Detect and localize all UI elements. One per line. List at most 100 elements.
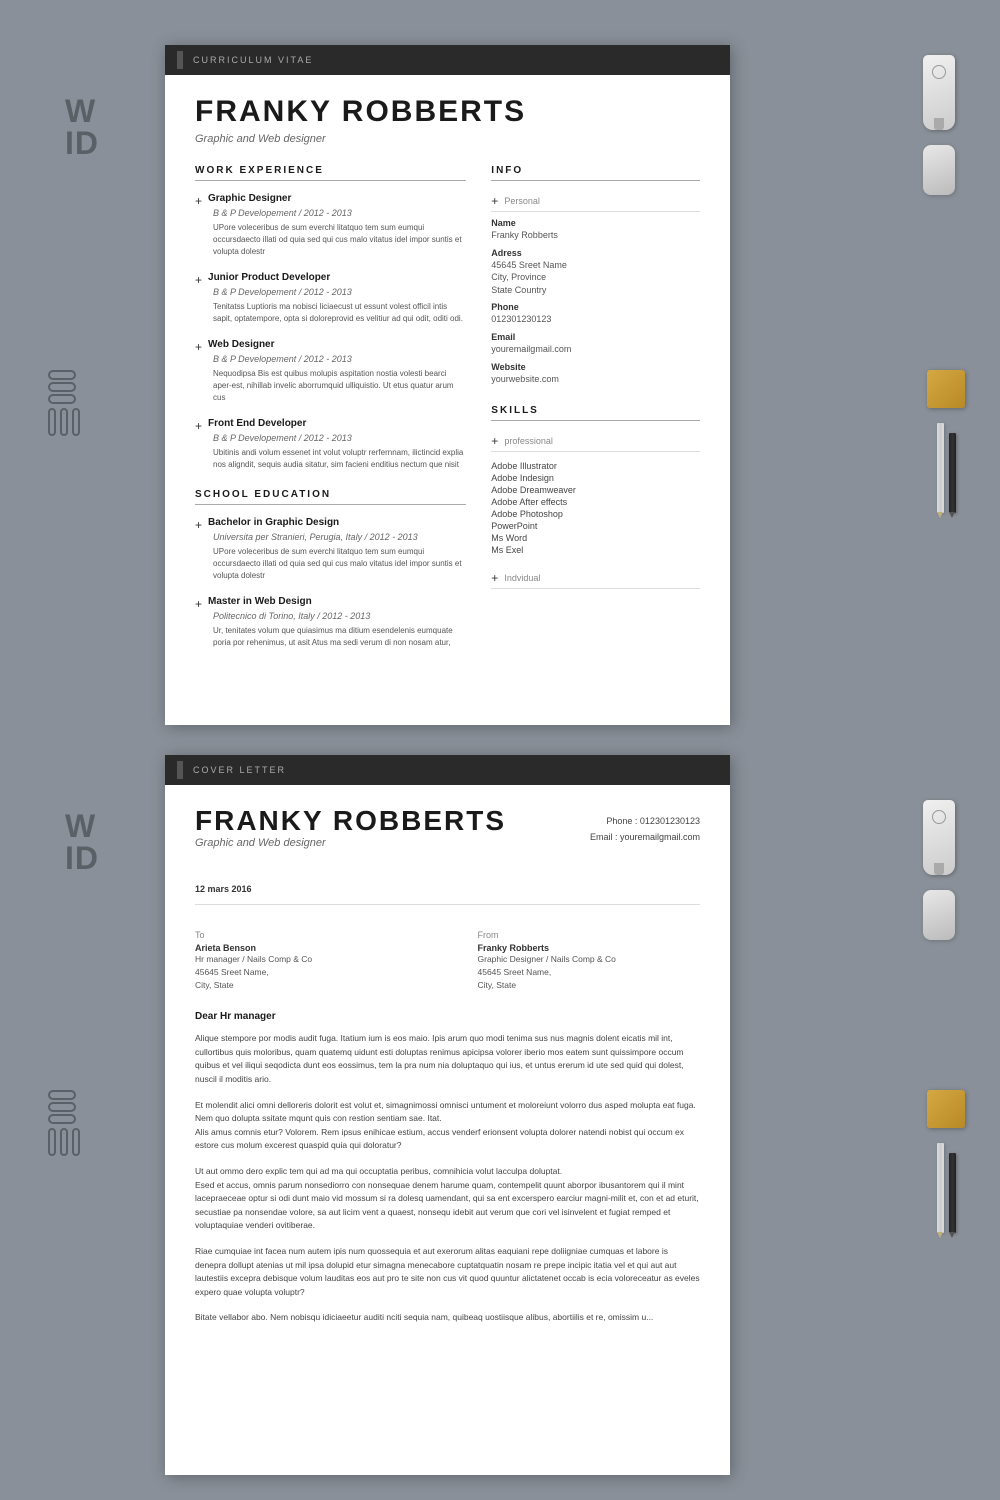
plus-icon-skills: +	[491, 434, 498, 448]
to-label: To	[195, 930, 418, 940]
skills-title: SKILLS	[491, 405, 700, 421]
clip-bv-3	[72, 1128, 80, 1156]
job-title-1: Graphic Designer	[208, 193, 291, 204]
paper-clips-top	[48, 370, 80, 436]
watermark-bottom-line1: W	[65, 810, 99, 842]
job-title-2: Junior Product Developer	[208, 272, 330, 283]
from-role: Graphic Designer / Nails Comp & Co	[478, 953, 701, 966]
clip-v-2	[60, 408, 68, 436]
plus-icon-individual: +	[491, 571, 498, 585]
pencil-4	[949, 1153, 956, 1233]
cover-para-4: Riae cumquiae int facea num autem ipis n…	[195, 1245, 700, 1299]
job-desc-4: Ubitinis andi volum essenet int volut vo…	[213, 447, 466, 471]
clip-1	[48, 370, 76, 380]
cover-header-bar: COVER LETTER	[165, 755, 730, 785]
right-deco-bottom-usb	[923, 800, 955, 940]
skill-item-8: Ms Exel	[491, 544, 700, 556]
resume-left-column: WORK EXPERIENCE + Graphic Designer B & P…	[195, 165, 466, 663]
info-phone-value: 012301230123	[491, 313, 700, 326]
info-website-label: Website	[491, 362, 700, 372]
usb-logo	[932, 65, 946, 79]
job-title-4: Front End Developer	[208, 418, 306, 429]
job-desc-3: Nequodipsa Bis est quibus molupis aspita…	[213, 368, 466, 404]
skill-item-6: PowerPoint	[491, 520, 700, 532]
info-website-value: yourwebsite.com	[491, 373, 700, 386]
cover-para-3: Ut aut ommo dero explic tem qui ad ma qu…	[195, 1165, 700, 1233]
cover-phone-label: Phone :	[606, 816, 637, 826]
cover-from-section: From Franky Robberts Graphic Designer / …	[478, 930, 701, 991]
info-name-value: Franky Robberts	[491, 229, 700, 242]
info-phone-label: Phone	[491, 302, 700, 312]
info-email-label: Email	[491, 332, 700, 342]
edu-meta-2: Politecnico di Torino, Italy / 2012 - 20…	[213, 611, 466, 621]
to-name: Arieta Benson	[195, 943, 418, 953]
pencil-2	[949, 433, 956, 513]
skill-item-4: Adobe After effects	[491, 496, 700, 508]
watermark-bottom-line2: ID	[65, 842, 99, 874]
usb-connector	[934, 118, 944, 130]
watermark-bottom: W ID	[65, 810, 99, 874]
right-deco-bottom-pencil	[927, 1090, 965, 1233]
cover-name: FRANKY ROBBERTS	[195, 805, 506, 837]
pencil-3	[937, 1143, 944, 1233]
work-item-2: + Junior Product Developer B & P Develop…	[195, 272, 466, 325]
individual-label: Indvidual	[504, 573, 540, 583]
watermark-top-line2: ID	[65, 127, 99, 159]
resume-doc-type: CURRICULUM VITAE	[193, 55, 313, 65]
watermark-top-line1: W	[65, 95, 99, 127]
professional-label: professional	[504, 436, 553, 446]
plus-icon-4: +	[195, 419, 202, 433]
sharpener-bottom	[927, 1090, 965, 1128]
cover-para-2: Et molendit alici omni delloreris dolori…	[195, 1099, 700, 1153]
plus-icon-3: +	[195, 340, 202, 354]
resume-header-bar: CURRICULUM VITAE	[165, 45, 730, 75]
cover-email-label: Email :	[590, 832, 618, 842]
to-address: 45645 Sreet Name, City, State	[195, 966, 418, 992]
info-personal-label: Personal	[504, 196, 540, 206]
cover-contact: Phone : 012301230123 Email : youremailgm…	[590, 813, 700, 845]
usb-cap-bottom	[923, 890, 955, 940]
clip-v-3	[72, 408, 80, 436]
job-meta-2: B & P Developement / 2012 - 2013	[213, 287, 466, 297]
right-deco-mid	[927, 370, 965, 513]
edu-desc-2: Ur, tenitates volum que quiasimus ma dit…	[213, 625, 466, 649]
skill-item-1: Adobe Illustrator	[491, 460, 700, 472]
skill-item-5: Adobe Photoshop	[491, 508, 700, 520]
edu-title-2: Master in Web Design	[208, 596, 312, 607]
job-meta-1: B & P Developement / 2012 - 2013	[213, 208, 466, 218]
resume-document: CURRICULUM VITAE FRANKY ROBBERTS Graphic…	[165, 45, 730, 725]
accent-block	[177, 51, 183, 69]
info-section: + Personal Name Franky Robberts Adress 4…	[491, 193, 700, 385]
clip-3	[48, 394, 76, 404]
work-experience-title: WORK EXPERIENCE	[195, 165, 466, 181]
resume-right-column: INFO + Personal Name Franky Robberts Adr…	[491, 165, 700, 663]
right-deco-top	[923, 55, 955, 195]
clip-bv-1	[48, 1128, 56, 1156]
cover-to-section: To Arieta Benson Hr manager / Nails Comp…	[195, 930, 418, 991]
work-item-3: + Web Designer B & P Developement / 2012…	[195, 339, 466, 404]
plus-icon-1: +	[195, 194, 202, 208]
cover-subtitle: Graphic and Web designer	[195, 837, 506, 849]
usb-drive-top	[923, 55, 955, 130]
job-desc-1: UPore voleceribus de sum everchi litatqu…	[213, 222, 466, 258]
pencil-1	[937, 423, 944, 513]
edu-item-2: + Master in Web Design Politecnico di To…	[195, 596, 466, 649]
usb-drive-bottom	[923, 800, 955, 875]
from-address: 45645 Sreet Name, City, State	[478, 966, 701, 992]
clip-b-2	[48, 1102, 76, 1112]
info-email-value: youremailgmail.com	[491, 343, 700, 356]
cover-doc-type: COVER LETTER	[193, 765, 286, 775]
cover-phone-value: 012301230123	[640, 816, 700, 826]
resume-name: FRANKY ROBBERTS	[195, 95, 700, 129]
info-address-label: Adress	[491, 248, 700, 258]
info-address-value: 45645 Sreet Name City, Province State Co…	[491, 259, 700, 297]
dear-header: Dear Hr manager	[195, 1011, 700, 1022]
cover-date: 12 mars 2016	[195, 884, 700, 905]
skill-item-3: Adobe Dreamweaver	[491, 484, 700, 496]
cover-letter-document: COVER LETTER FRANKY ROBBERTS Graphic and…	[165, 755, 730, 1475]
clip-bv-2	[60, 1128, 68, 1156]
edu-desc-1: UPore voleceribus de sum everchi litatqu…	[213, 546, 466, 582]
from-name: Franky Robberts	[478, 943, 701, 953]
work-item-1: + Graphic Designer B & P Developement / …	[195, 193, 466, 258]
job-meta-4: B & P Developement / 2012 - 2013	[213, 433, 466, 443]
